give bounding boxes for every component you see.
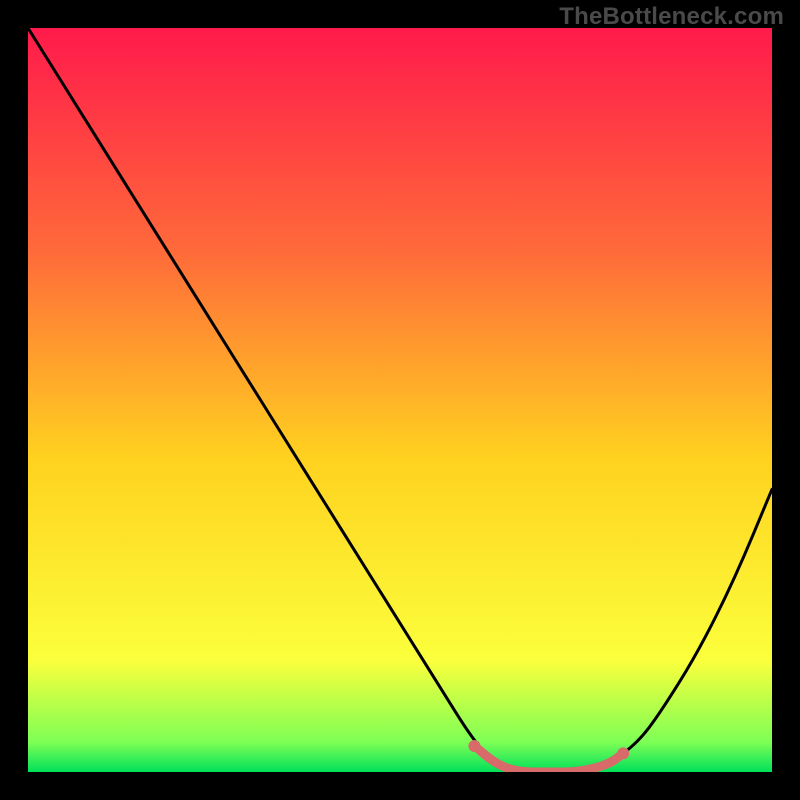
watermark-text: TheBottleneck.com bbox=[559, 3, 784, 31]
highlight-dot bbox=[468, 740, 480, 752]
highlight-dot bbox=[617, 747, 629, 759]
plot-area bbox=[28, 28, 772, 772]
chart-svg bbox=[28, 28, 772, 772]
gradient-background bbox=[28, 28, 772, 772]
chart-frame: TheBottleneck.com bbox=[0, 0, 800, 800]
